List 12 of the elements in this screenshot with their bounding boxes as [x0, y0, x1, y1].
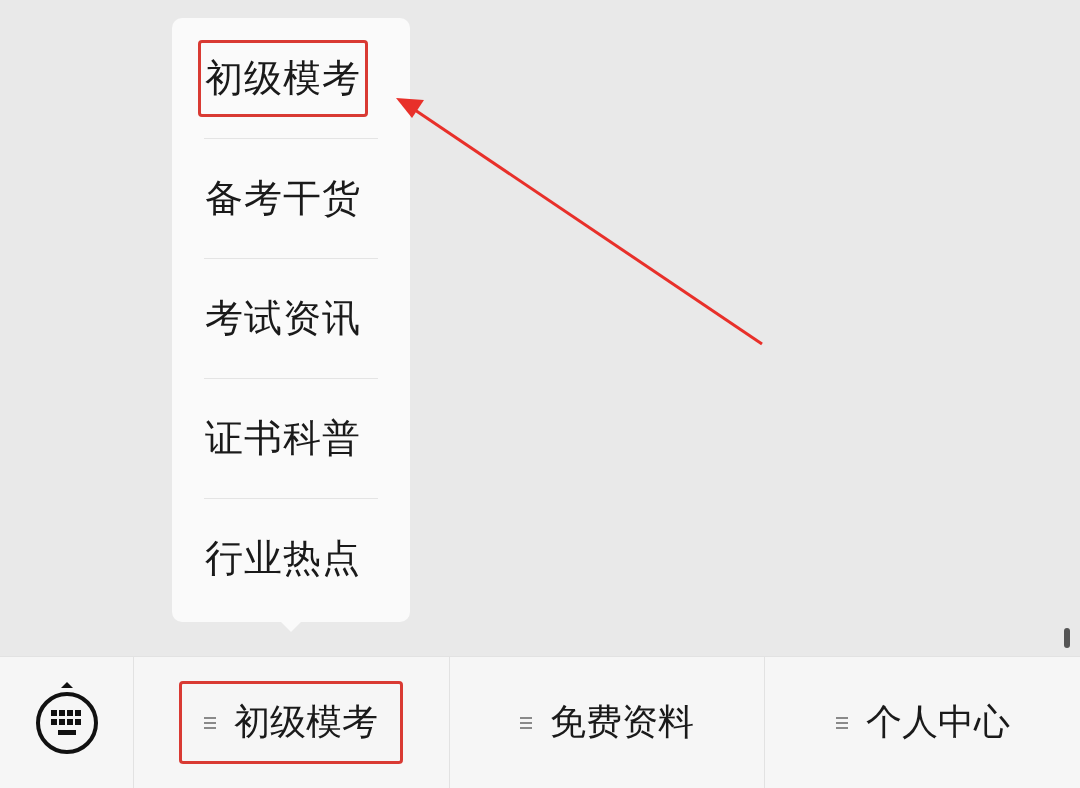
menu-icon	[204, 715, 217, 730]
menu-icon	[835, 715, 848, 730]
menu-tab[interactable]: 个人中心	[810, 681, 1035, 764]
menu-tab[interactable]: 初级模考	[179, 681, 404, 764]
menu-item[interactable]: 证书科普	[198, 399, 368, 477]
menu-item[interactable]: 备考干货	[198, 159, 368, 237]
menu-icon	[520, 715, 532, 730]
menu-item[interactable]: 行业热点	[198, 519, 368, 597]
menu-item[interactable]: 初级模考	[198, 39, 368, 117]
menu-tab[interactable]: 免费资料	[495, 681, 719, 764]
scroll-indicator	[1064, 628, 1070, 648]
menu-item[interactable]: 考试资讯	[198, 279, 368, 357]
